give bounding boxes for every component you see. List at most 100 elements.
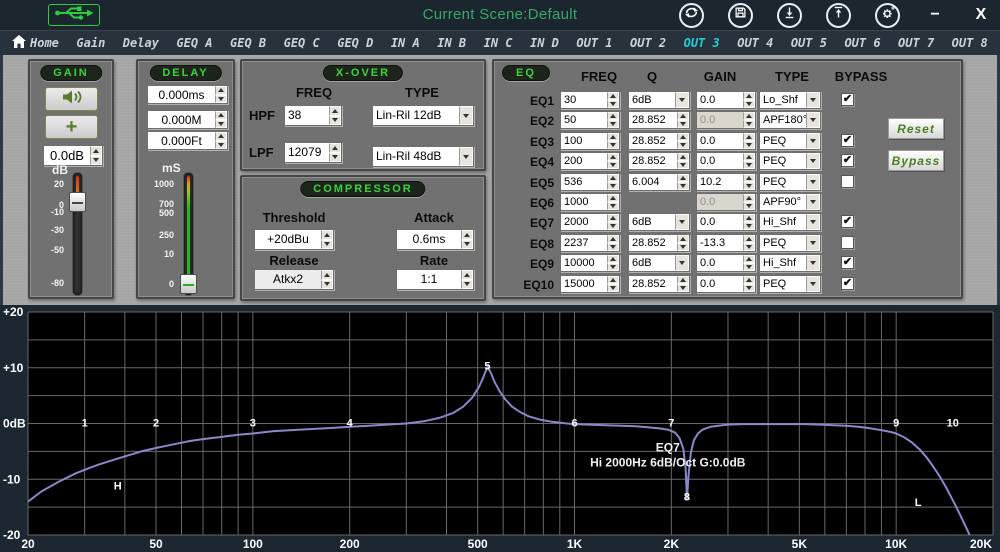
eq4-bypass-checkbox[interactable]: ✔	[841, 154, 854, 167]
release-spinner[interactable]: Atkx2	[254, 269, 334, 290]
eq9-q-dropdown[interactable]: 6dB	[628, 254, 690, 272]
eq4-freq-spinner-value[interactable]: 200	[561, 153, 607, 169]
gain-fader[interactable]	[73, 173, 82, 295]
delay-meters-spinner[interactable]: 0.000M	[147, 110, 228, 129]
delay-feet-value[interactable]: 0.000Ft	[148, 132, 215, 149]
eq10-q-spinner-value[interactable]: 28.852	[629, 276, 677, 292]
eq10-freq-spinner[interactable]: 15000	[560, 275, 620, 293]
release-value[interactable]: Atkx2	[255, 270, 321, 289]
lpf-type-dropdown[interactable]: Lin-Ril 48dB	[372, 146, 474, 167]
eq8-type-dropdown[interactable]: PEQ	[759, 234, 821, 252]
spinner-buttons[interactable]	[743, 112, 755, 128]
eq-point-5[interactable]: 5	[484, 361, 490, 373]
eq6-gain-spinner[interactable]: 0.0	[696, 193, 756, 211]
dropdown-arrow-icon[interactable]	[806, 276, 820, 292]
eq2-q-spinner[interactable]: 28.852	[628, 111, 690, 129]
eq9-q-dropdown-value[interactable]: 6dB	[629, 255, 675, 271]
tab-in-b[interactable]: IN B	[437, 36, 466, 50]
eq6-gain-spinner-value[interactable]: 0.0	[697, 194, 743, 210]
eq5-gain-spinner[interactable]: 10.2	[696, 173, 756, 191]
dropdown-arrow-icon[interactable]	[806, 133, 820, 149]
delay-ms-value[interactable]: 0.000ms	[148, 86, 215, 103]
spinner-buttons[interactable]	[321, 230, 333, 249]
tab-out-8[interactable]: OUT 8	[952, 36, 988, 50]
spinner-buttons[interactable]	[607, 112, 619, 128]
eq10-type-dropdown[interactable]: PEQ	[759, 275, 821, 293]
eq8-freq-spinner[interactable]: 2237	[560, 234, 620, 252]
eq5-q-spinner-value[interactable]: 6.004	[629, 174, 677, 190]
gain-fader-handle[interactable]	[69, 192, 86, 212]
filter-point-h[interactable]: H	[114, 480, 122, 492]
eq7-freq-spinner-value[interactable]: 2000	[561, 214, 607, 230]
upload-button[interactable]	[826, 3, 851, 28]
tab-geq-a[interactable]: GEQ A	[176, 36, 212, 50]
eq-point-2[interactable]: 2	[153, 418, 159, 430]
eq1-q-dropdown[interactable]: 6dB	[628, 91, 690, 109]
eq7-freq-spinner[interactable]: 2000	[560, 213, 620, 231]
eq9-type-dropdown-value[interactable]: Hi_Shf	[760, 255, 806, 271]
eq3-gain-spinner-value[interactable]: 0.0	[697, 133, 743, 149]
spinner-buttons[interactable]	[607, 214, 619, 230]
eq3-bypass-checkbox[interactable]: ✔	[841, 134, 854, 147]
spinner-buttons[interactable]	[743, 153, 755, 169]
spinner-buttons[interactable]	[329, 143, 341, 162]
eq3-gain-spinner[interactable]: 0.0	[696, 132, 756, 150]
eq8-freq-spinner-value[interactable]: 2237	[561, 235, 607, 251]
spinner-buttons[interactable]	[607, 174, 619, 190]
eq10-type-dropdown-value[interactable]: PEQ	[760, 276, 806, 292]
eq1-gain-spinner[interactable]: 0.0	[696, 91, 756, 109]
lpf-freq-spinner[interactable]: 12079	[284, 142, 342, 163]
eq4-gain-spinner-value[interactable]: 0.0	[697, 153, 743, 169]
eq9-gain-spinner-value[interactable]: 0.0	[697, 255, 743, 271]
minimize-button[interactable]: −	[924, 6, 946, 24]
tab-out-3[interactable]: OUT 3	[684, 36, 720, 50]
spinner-buttons[interactable]	[607, 194, 619, 210]
download-button[interactable]	[777, 3, 802, 28]
spinner-buttons[interactable]	[743, 235, 755, 251]
rate-spinner[interactable]: 1:1	[396, 269, 474, 290]
sync-button[interactable]	[679, 3, 704, 28]
tab-out-5[interactable]: OUT 5	[791, 36, 827, 50]
eq4-q-spinner[interactable]: 28.852	[628, 152, 690, 170]
eq9-type-dropdown[interactable]: Hi_Shf	[759, 254, 821, 272]
dropdown-arrow-icon[interactable]	[806, 174, 820, 190]
eq3-q-spinner[interactable]: 28.852	[628, 132, 690, 150]
eq6-type-dropdown-value[interactable]: APF90°	[760, 194, 806, 210]
delay-ms-spinner[interactable]: 0.000ms	[147, 85, 228, 104]
eq2-gain-spinner[interactable]: 0.0	[696, 111, 756, 129]
eq2-freq-spinner-value[interactable]: 50	[561, 112, 607, 128]
spinner-buttons[interactable]	[321, 270, 333, 289]
eq3-freq-spinner[interactable]: 100	[560, 132, 620, 150]
eq7-q-dropdown[interactable]: 6dB	[628, 213, 690, 231]
spinner-buttons[interactable]	[677, 235, 689, 251]
dropdown-arrow-icon[interactable]	[806, 255, 820, 271]
eq-point-8[interactable]: 8	[684, 492, 690, 504]
spinner-buttons[interactable]	[743, 276, 755, 292]
spinner-buttons[interactable]	[607, 153, 619, 169]
eq10-bypass-checkbox[interactable]: ✔	[841, 277, 854, 290]
eq-point-3[interactable]: 3	[250, 418, 256, 430]
tab-home[interactable]: Home	[12, 35, 59, 51]
eq9-freq-spinner[interactable]: 10000	[560, 254, 620, 272]
eq8-type-dropdown-value[interactable]: PEQ	[760, 235, 806, 251]
eq1-type-dropdown[interactable]: Lo_Shf	[759, 91, 821, 109]
eq5-q-spinner[interactable]: 6.004	[628, 173, 690, 191]
delay-feet-spinner[interactable]: 0.000Ft	[147, 131, 228, 150]
delay-fader-handle[interactable]	[180, 274, 197, 294]
dropdown-arrow-icon[interactable]	[806, 92, 820, 108]
tab-in-c[interactable]: IN C	[484, 36, 513, 50]
spinner-buttons[interactable]	[677, 174, 689, 190]
eq-curve-plot[interactable]: 12345678910HLEQ7Hi 2000Hz 6dB/Oct G:0.0d…	[0, 305, 1000, 552]
eq4-freq-spinner[interactable]: 200	[560, 152, 620, 170]
eq4-type-dropdown[interactable]: PEQ	[759, 152, 821, 170]
tab-geq-b[interactable]: GEQ B	[230, 36, 266, 50]
threshold-value[interactable]: +20dBu	[255, 230, 321, 249]
spinner-buttons[interactable]	[607, 235, 619, 251]
rate-value[interactable]: 1:1	[397, 270, 461, 289]
eq-point-9[interactable]: 9	[893, 418, 899, 430]
tab-in-d[interactable]: IN D	[530, 36, 559, 50]
eq-point-4[interactable]: 4	[347, 418, 354, 430]
spinner-buttons[interactable]	[743, 92, 755, 108]
eq1-type-dropdown-value[interactable]: Lo_Shf	[760, 92, 806, 108]
eq7-type-dropdown[interactable]: Hi_Shf	[759, 213, 821, 231]
